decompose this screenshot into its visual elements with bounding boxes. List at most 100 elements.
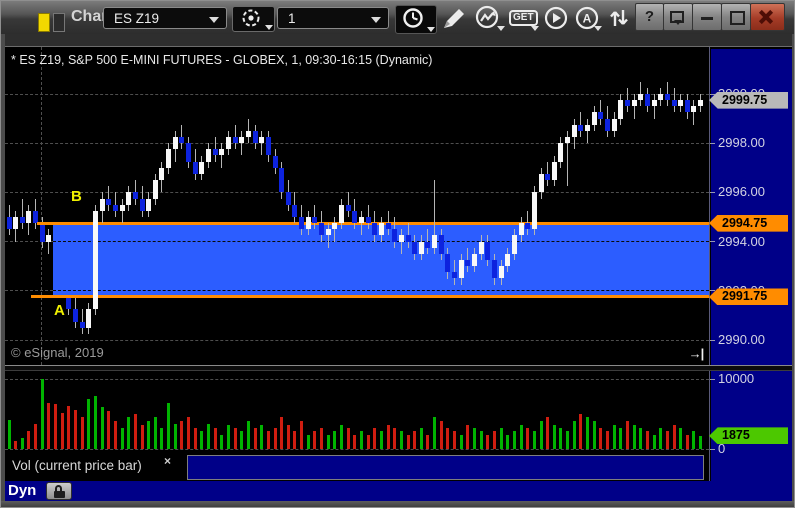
price-tick xyxy=(710,94,715,95)
candle-body xyxy=(192,161,198,174)
candle-body xyxy=(199,161,205,174)
volume-bar xyxy=(619,428,623,449)
candle-wick xyxy=(653,94,655,119)
candle-wick xyxy=(633,94,635,119)
chart-window: Chart ES Z19 1 GET A ? B A 2998.00 2996.… xyxy=(0,0,795,508)
volume-bar xyxy=(373,428,377,449)
candle-body xyxy=(305,217,311,230)
volume-bar xyxy=(459,435,463,449)
close-indicator-icon[interactable]: × xyxy=(164,454,171,468)
volume-bar xyxy=(286,425,290,449)
time-axis[interactable] xyxy=(5,481,792,501)
volume-bar xyxy=(359,430,363,449)
price-flag: 2994.75 xyxy=(709,214,788,232)
volume-bar xyxy=(306,435,310,449)
volume-bar xyxy=(486,435,490,449)
volume-bar xyxy=(113,421,117,449)
candle-body xyxy=(285,192,291,205)
candle-body xyxy=(684,100,690,113)
volume-bar xyxy=(353,435,357,449)
candle-body xyxy=(146,198,152,211)
candle-body xyxy=(551,161,557,181)
volume-bar xyxy=(213,428,217,449)
volume-bar xyxy=(419,428,423,449)
volume-bar xyxy=(47,402,51,449)
candle-body xyxy=(46,235,52,242)
candle-body xyxy=(279,167,285,193)
volume-bar xyxy=(93,395,97,449)
volume-bar xyxy=(266,430,270,449)
candle-body xyxy=(79,321,85,328)
candle-wick xyxy=(360,210,362,236)
candle-body xyxy=(132,192,138,199)
volume-bar xyxy=(526,428,530,449)
volume-bar xyxy=(147,421,151,449)
candle-wick xyxy=(121,198,123,224)
watermark: © eSignal, 2019 xyxy=(11,345,104,360)
volume-bar xyxy=(54,404,58,449)
candle-body xyxy=(585,124,591,131)
candle-body xyxy=(624,100,630,107)
candle-body xyxy=(432,235,438,248)
volume-bar xyxy=(512,430,516,449)
lock-button[interactable] xyxy=(46,482,72,500)
volume-bar xyxy=(492,430,496,449)
volume-bar xyxy=(546,416,550,449)
volume-bar xyxy=(240,430,244,449)
volume-bar xyxy=(366,435,370,449)
volume-bar xyxy=(665,430,669,449)
candle-body xyxy=(372,223,378,236)
volume-bar xyxy=(479,430,483,449)
pane-splitter[interactable] xyxy=(5,365,792,371)
volume-bar xyxy=(506,435,510,449)
volume-bar xyxy=(260,425,264,449)
session-gridline xyxy=(41,47,42,365)
volume-bar xyxy=(7,419,11,449)
volume-bar xyxy=(120,428,124,449)
volume-gridline xyxy=(5,449,709,450)
candle-body xyxy=(232,137,238,144)
candle-body xyxy=(319,223,325,236)
price-gridline xyxy=(5,192,709,193)
dynamic-mode-label: Dyn xyxy=(8,482,37,499)
candle-body xyxy=(339,204,344,224)
volume-bar xyxy=(572,421,576,449)
volume-bar xyxy=(625,421,629,449)
candle-body xyxy=(292,204,298,217)
volume-bar xyxy=(399,430,403,449)
candle-body xyxy=(491,260,497,279)
volume-bar xyxy=(386,425,390,449)
volume-bar xyxy=(566,430,570,449)
price-gridline xyxy=(5,340,709,341)
go-to-latest-icon[interactable]: →| xyxy=(685,346,707,363)
candle-body xyxy=(452,272,458,279)
candle-wick xyxy=(327,223,329,248)
volume-bar xyxy=(453,430,457,449)
volume-bar xyxy=(659,428,663,449)
candle-body xyxy=(272,155,278,168)
price-tick xyxy=(710,241,715,242)
candle-body xyxy=(159,167,165,181)
candle-body xyxy=(538,173,544,193)
volume-tick xyxy=(710,379,715,380)
lock-icon xyxy=(54,491,65,498)
candle-body xyxy=(172,137,178,150)
volume-bar xyxy=(379,430,383,449)
candle-body xyxy=(312,217,318,224)
volume-indicator-axis xyxy=(187,455,704,480)
volume-bar xyxy=(14,440,18,449)
volume-bar xyxy=(133,414,137,449)
candle-body xyxy=(498,266,504,279)
chart-title: * ES Z19, S&P 500 E-MINI FUTURES - GLOBE… xyxy=(11,53,433,67)
volume-bar xyxy=(652,435,656,449)
volume-bar xyxy=(280,416,284,449)
candle-body xyxy=(26,210,32,224)
volume-bar xyxy=(406,435,410,449)
volume-bar xyxy=(180,421,184,449)
volume-bar xyxy=(100,407,104,449)
volume-bar xyxy=(639,428,643,449)
candle-body xyxy=(425,241,431,248)
volume-bar xyxy=(559,428,563,449)
candle-body xyxy=(106,198,112,205)
price-tick-label: 2996.00 xyxy=(718,184,765,200)
